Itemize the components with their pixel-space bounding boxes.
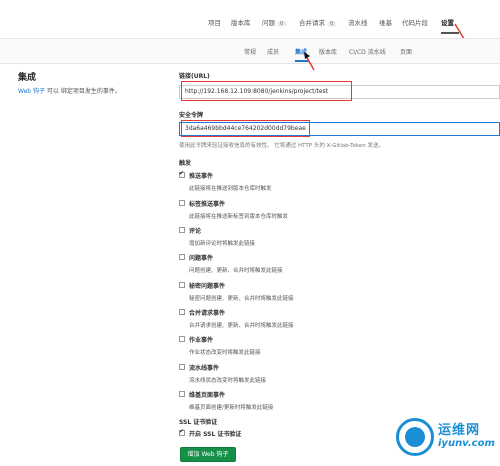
ssl-verification-checkbox[interactable]	[179, 428, 185, 436]
subnav-pages[interactable]: 页面	[400, 47, 412, 56]
comments-label: 评论	[189, 228, 202, 235]
sub-nav: 常规 成员 集成 版本库 CI/CD 流水线 页面	[0, 38, 500, 64]
token-help-text: 使用此令牌来验证接收信息的有效性。 它将通过 HTTP 头的 X-Gitlab-…	[179, 143, 384, 149]
wiki-page-events-checkbox[interactable]	[179, 391, 185, 397]
section-title: 集成	[18, 73, 37, 83]
subnav-repository[interactable]: 版本库	[319, 47, 337, 56]
pipeline-events-desc: 流水线状态改变时将触发此链接	[189, 378, 267, 384]
comments-desc: 增加新评论时将触发此链接	[189, 241, 256, 247]
top-nav: 项目 版本库 问题 0 合并请求 0 流水线 维基 代码片段 设置	[0, 0, 500, 38]
pipeline-events-label: 流水线事件	[189, 365, 220, 372]
watermark-logo-inner	[405, 427, 425, 447]
merge-request-events-label: 合并请求事件	[189, 310, 226, 317]
watermark-title: 运维网	[438, 423, 481, 438]
section-description-text: 可以 绑定项目发生的事件。	[45, 88, 121, 95]
webhook-link[interactable]: Web 钩子	[18, 88, 45, 95]
tag-push-events-checkbox[interactable]	[179, 200, 185, 206]
nav-pipelines[interactable]: 流水线	[348, 17, 368, 27]
nav-project[interactable]: 项目	[208, 17, 221, 27]
confidential-issues-label: 秘密问题事件	[189, 283, 226, 290]
nav-wiki[interactable]: 维基	[379, 17, 392, 27]
token-label: 安全令牌	[179, 112, 204, 119]
comments-checkbox[interactable]	[179, 227, 185, 233]
job-events-checkbox[interactable]	[179, 336, 185, 342]
ssl-label: SSL 证书验证	[179, 419, 218, 426]
merge-request-events-desc: 合并请求创建、更新、合并时将触发此链接	[189, 323, 294, 329]
tag-push-events-desc: 此链接将在推送新标签到版本仓库时触发	[189, 214, 289, 220]
job-events-desc: 作业状态改变时将触发此链接	[189, 350, 261, 356]
confidential-issues-checkbox[interactable]	[179, 282, 185, 288]
merge-request-events-checkbox[interactable]	[179, 309, 185, 315]
confidential-issues-desc: 秘密问题创建、更新、合并时将触发此链接	[189, 296, 294, 302]
tag-push-events-label: 标签推送事件	[189, 201, 226, 208]
subnav-members[interactable]: 成员	[267, 47, 279, 56]
subnav-general[interactable]: 常规	[244, 47, 256, 56]
subnav-cicd[interactable]: CI/CD 流水线	[349, 47, 386, 56]
job-events-label: 作业事件	[189, 337, 214, 344]
nav-issues[interactable]: 问题 0	[262, 17, 287, 27]
token-highlight-box	[181, 120, 310, 137]
ssl-verification-label: 开启 SSL 证书验证	[189, 431, 242, 438]
url-label: 链接(URL)	[179, 73, 210, 80]
watermark-domain: iyunv.com	[438, 438, 495, 449]
issues-events-checkbox[interactable]	[179, 254, 185, 260]
issues-events-desc: 问题创建、更新、合并时将触发此链接	[189, 268, 283, 274]
issues-events-label: 问题事件	[189, 255, 214, 262]
nav-merge-requests[interactable]: 合并请求 0	[299, 17, 337, 27]
issues-count-badge: 0	[277, 21, 287, 27]
section-description: Web 钩子 可以 绑定项目发生的事件。	[18, 86, 121, 95]
mr-count-badge: 0	[327, 21, 337, 27]
watermark-logo-icon	[396, 418, 434, 456]
wiki-page-events-label: 维基页面事件	[189, 392, 226, 399]
nav-issues-label: 问题	[262, 19, 275, 27]
push-events-desc: 此链接将在推送到版本仓库时触发	[189, 186, 272, 192]
url-highlight-box	[181, 81, 352, 101]
nav-repository[interactable]: 版本库	[231, 17, 251, 27]
add-webhook-button[interactable]: 增加 Web 钩子	[180, 447, 236, 462]
push-events-label: 推送事件	[189, 173, 214, 180]
red-arrow-icon-2	[304, 52, 315, 71]
nav-snippets[interactable]: 代码片段	[402, 17, 428, 27]
nav-mr-label: 合并请求	[299, 19, 325, 27]
wiki-page-events-desc: 维基页面创建/更新时将触发此链接	[189, 405, 274, 411]
trigger-label: 触发	[179, 160, 192, 167]
push-events-checkbox[interactable]	[179, 170, 185, 178]
pipeline-events-checkbox[interactable]	[179, 364, 185, 370]
